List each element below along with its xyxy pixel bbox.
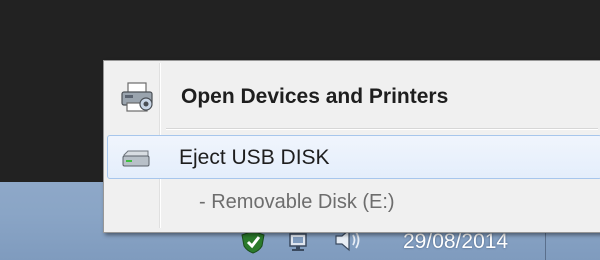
security-shield-icon[interactable]	[240, 230, 266, 254]
menu-item-open-devices-and-printers[interactable]: Open Devices and Printers	[107, 67, 600, 123]
printer-icon	[121, 82, 153, 112]
menu-item-eject-usb-disk[interactable]: Eject USB DISK	[107, 135, 600, 179]
context-menu: Open Devices and Printers Eject USB DISK…	[103, 60, 600, 233]
menu-item-removable-disk: - Removable Disk (E:)	[107, 185, 600, 225]
usb-drive-icon	[122, 150, 150, 167]
menu-item-label: Open Devices and Printers	[181, 85, 449, 108]
taskbar-clock-date[interactable]: 29/08/2014	[403, 230, 508, 254]
network-icon[interactable]	[287, 231, 311, 253]
menu-item-label: Eject USB DISK	[179, 146, 330, 169]
menu-item-label: - Removable Disk (E:)	[199, 191, 395, 213]
menu-separator	[166, 128, 598, 130]
